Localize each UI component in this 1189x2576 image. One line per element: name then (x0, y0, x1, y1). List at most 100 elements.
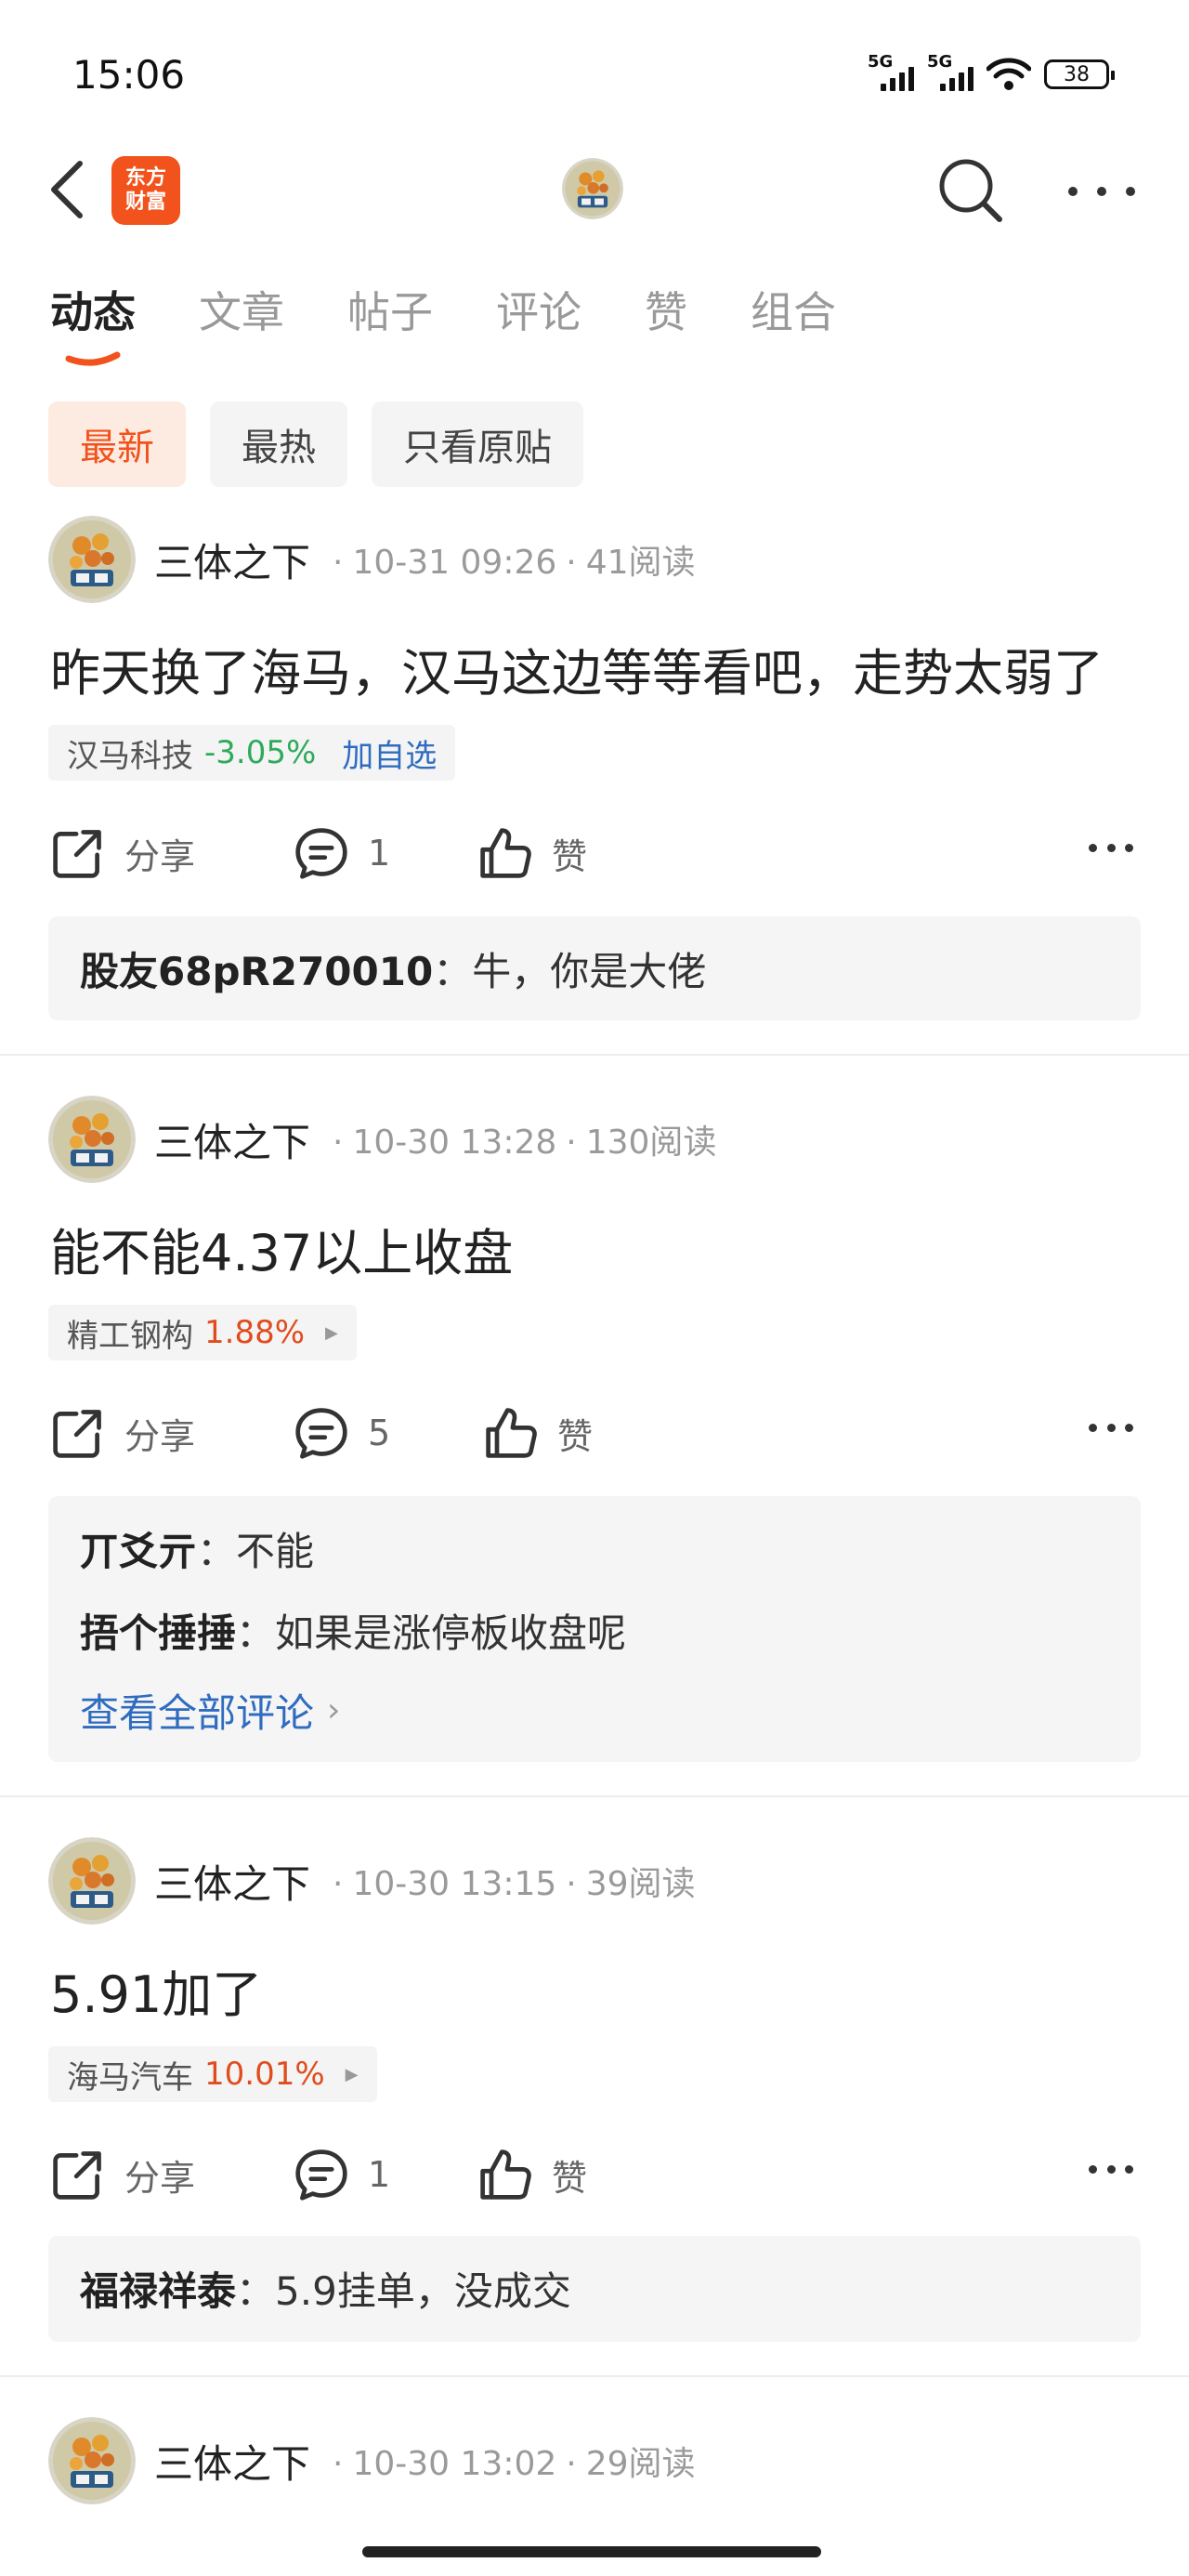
avatar[interactable] (48, 1096, 136, 1183)
comment-item: 股友68pR270010：牛，你是大佬 (80, 927, 1109, 1009)
post-text[interactable]: 能不能4.37以上收盘 (50, 1212, 513, 1285)
avatar[interactable] (48, 516, 136, 603)
more-icon[interactable] (1068, 164, 1135, 219)
network-label-2: 5G (927, 52, 953, 72)
comment-button[interactable]: 1 (294, 2137, 390, 2212)
avatar[interactable] (48, 2417, 136, 2504)
post-header: 三体之下 · 10-30 13:02 · 29阅读 (48, 2416, 696, 2505)
tab-likes[interactable]: 赞 (645, 279, 687, 340)
post-actions: 分享 5 赞 (50, 1396, 1137, 1470)
comment-user[interactable]: 捂个捶捶 (80, 1602, 236, 1659)
comment-icon (294, 825, 349, 881)
add-watchlist-button[interactable]: 加自选 (342, 730, 437, 776)
author-name[interactable]: 三体之下 (154, 2433, 310, 2490)
stock-tag[interactable]: 汉马科技 -3.05% 加自选 (48, 725, 456, 781)
home-indicator[interactable] (362, 2546, 821, 2557)
read-count: 39阅读 (585, 1865, 696, 1903)
app-logo[interactable]: 东方 财富 (111, 156, 180, 225)
comment-text: 牛，你是大佬 (472, 948, 707, 994)
profile-tabs: 动态 文章 帖子 评论 赞 组合 (50, 279, 899, 340)
like-button[interactable]: 赞 (483, 1396, 593, 1470)
view-all-comments-link[interactable]: 查看全部评论 › (80, 1671, 1109, 1749)
share-button[interactable]: 分享 (50, 816, 195, 890)
search-icon[interactable] (936, 156, 1005, 225)
tab-posts[interactable]: 帖子 (347, 279, 433, 340)
read-count: 29阅读 (585, 2445, 696, 2483)
post-time: 10-30 13:02 (352, 2445, 557, 2483)
post-actions: 分享 1 赞 (50, 816, 1137, 890)
share-button[interactable]: 分享 (50, 1396, 195, 1470)
post-time: 10-30 13:15 (352, 1865, 557, 1903)
post-actions: 分享 1 赞 (50, 2137, 1137, 2212)
tab-articles[interactable]: 文章 (199, 279, 284, 340)
profile-avatar[interactable] (562, 158, 623, 219)
like-label: 赞 (557, 1415, 594, 1457)
stock-change: 10.01% (204, 2056, 325, 2093)
read-count: 41阅读 (585, 544, 696, 582)
stock-change: -3.05% (204, 734, 317, 771)
filter-latest[interactable]: 最新 (48, 401, 186, 487)
comment-count: 5 (368, 1413, 391, 1453)
comment-icon (294, 1405, 349, 1461)
signal-icon-2: 5G (927, 52, 973, 91)
like-button[interactable]: 赞 (477, 2137, 587, 2212)
post-more-icon[interactable] (1089, 2165, 1133, 2174)
tab-comments[interactable]: 评论 (496, 279, 581, 340)
battery-level: 38 (1064, 62, 1090, 86)
post-text[interactable]: 昨天换了海马，汉马这边等等看吧，走势太弱了 (50, 632, 1104, 705)
comment-text: 5.9挂单，没成交 (275, 2267, 571, 2314)
author-name[interactable]: 三体之下 (154, 1111, 310, 1168)
post-meta: · 10-30 13:15 · 39阅读 (333, 1865, 696, 1903)
like-icon (483, 1405, 539, 1461)
comment-preview[interactable]: 福禄祥泰： 5.9挂单，没成交 (48, 2236, 1141, 2342)
network-label: 5G (868, 52, 894, 72)
filter-original-only[interactable]: 只看原贴 (372, 401, 583, 487)
divider (0, 1795, 1189, 1797)
stock-change: 1.88% (204, 1314, 306, 1351)
avatar[interactable] (48, 1837, 136, 1925)
comment-icon (294, 2147, 349, 2202)
battery-icon: 38 (1044, 59, 1115, 89)
stock-name: 精工钢构 (67, 1317, 193, 1355)
logo-text-1: 东方 (124, 166, 166, 190)
tab-portfolio[interactable]: 组合 (751, 279, 836, 340)
comment-preview[interactable]: 股友68pR270010：牛，你是大佬 (48, 916, 1141, 1020)
share-icon (50, 825, 106, 881)
comment-button[interactable]: 5 (294, 1396, 390, 1470)
like-label: 赞 (552, 2157, 588, 2199)
post-meta: · 10-30 13:02 · 29阅读 (333, 2445, 696, 2483)
comment-user[interactable]: 丌爻亓 (80, 1520, 197, 1577)
comment-count: 1 (368, 833, 391, 874)
triangle-right-icon: ▶ (325, 1322, 338, 1343)
share-label: 分享 (124, 835, 196, 877)
comment-preview[interactable]: 丌爻亓：不能 捂个捶捶：如果是涨停板收盘呢 查看全部评论 › (48, 1496, 1141, 1762)
like-icon (477, 825, 533, 881)
share-button[interactable]: 分享 (50, 2137, 195, 2212)
comment-item: 丌爻亓：不能 (80, 1507, 1109, 1589)
author-name[interactable]: 三体之下 (154, 532, 310, 588)
post-text[interactable]: 5.91加了 (50, 1953, 262, 2027)
post-meta: · 10-31 09:26 · 41阅读 (333, 544, 696, 582)
share-label: 分享 (124, 1415, 196, 1457)
post-time: 10-31 09:26 (352, 544, 557, 582)
author-name[interactable]: 三体之下 (154, 1853, 310, 1910)
back-button[interactable] (48, 156, 93, 223)
stock-tag[interactable]: 海马汽车 10.01% ▶ (48, 2046, 377, 2102)
like-icon (477, 2147, 533, 2202)
comment-user[interactable]: 福禄祥泰 (80, 2260, 236, 2317)
divider (0, 2375, 1189, 2377)
comment-text: 不能 (236, 1528, 315, 1574)
divider (0, 1054, 1189, 1056)
post-more-icon[interactable] (1089, 1424, 1133, 1432)
comment-button[interactable]: 1 (294, 816, 390, 890)
filter-hot[interactable]: 最热 (210, 401, 347, 487)
tab-dynamic[interactable]: 动态 (50, 279, 136, 340)
stock-tag[interactable]: 精工钢构 1.88% ▶ (48, 1305, 357, 1360)
post-more-icon[interactable] (1089, 844, 1133, 852)
like-button[interactable]: 赞 (477, 816, 587, 890)
back-icon (51, 161, 83, 218)
comment-user[interactable]: 股友68pR270010 (80, 940, 433, 997)
wifi-icon (986, 58, 1031, 90)
comment-item: 福禄祥泰： 5.9挂单，没成交 (80, 2247, 1109, 2329)
comment-item: 捂个捶捶：如果是涨停板收盘呢 (80, 1589, 1109, 1671)
